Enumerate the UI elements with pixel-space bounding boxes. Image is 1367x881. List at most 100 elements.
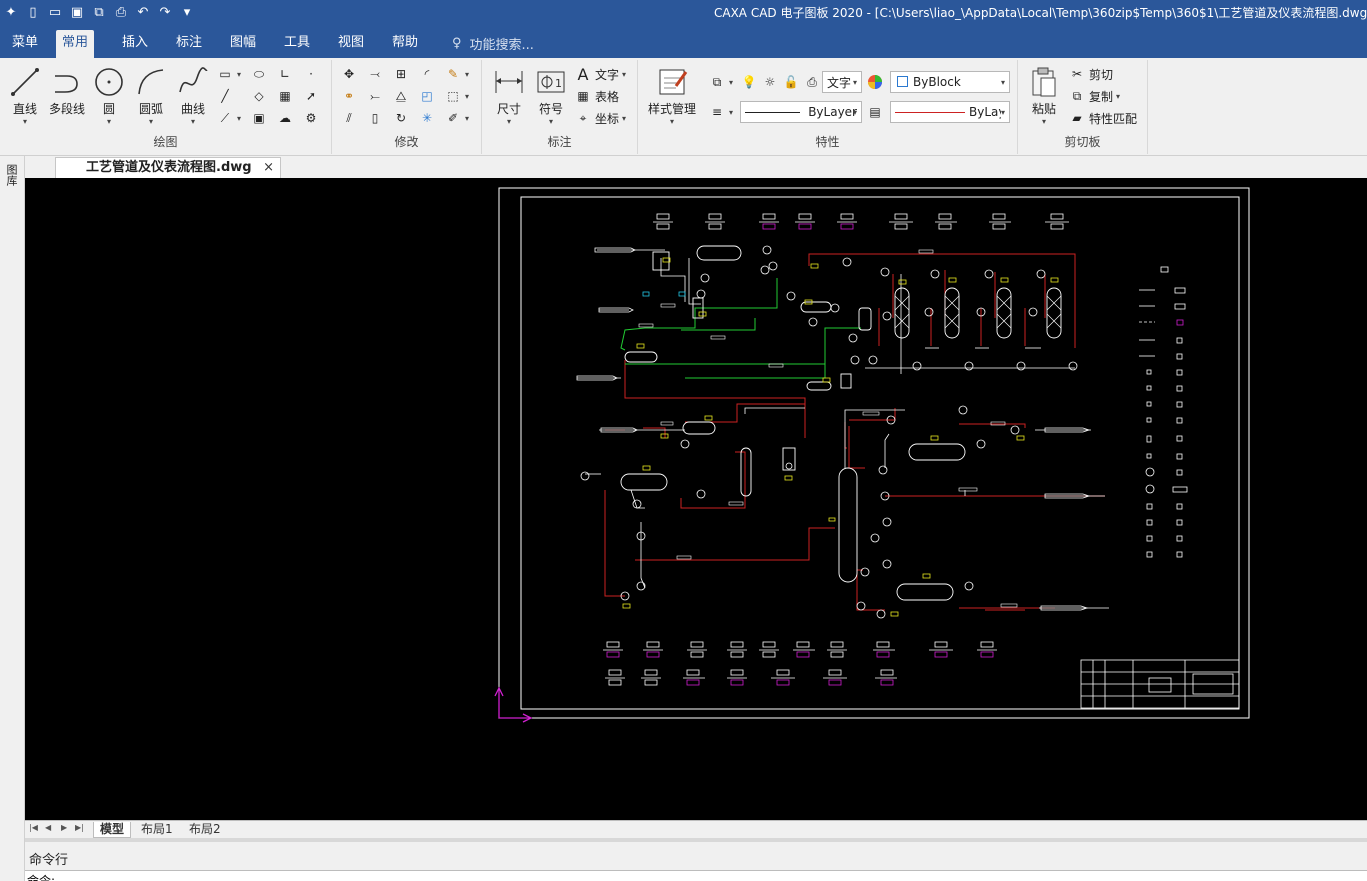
layout-tab-1[interactable]: 布局1 [135, 822, 179, 838]
color-select[interactable]: ByBlock ▾ [890, 71, 1010, 93]
search-input[interactable]: 功能搜索... [470, 34, 534, 53]
tab-view[interactable]: 视图 [332, 32, 370, 58]
tab-sheet[interactable]: 图幅 [224, 32, 262, 58]
circle-icon [95, 68, 123, 96]
tab-annotate[interactable]: 标注 [170, 32, 208, 58]
customize-qat-icon[interactable]: ▾ [176, 2, 198, 22]
draw-group-label: 绘图 [153, 135, 178, 149]
close-icon[interactable]: × [263, 158, 274, 178]
modify-group-label: 修改 [394, 135, 419, 149]
angle-line-icon: ∟ [279, 67, 291, 81]
tab-tools[interactable]: 工具 [278, 32, 316, 58]
color-wheel-icon [866, 73, 884, 91]
copy-obj-tool[interactable]: ⚭ [340, 86, 358, 106]
polyline-button[interactable]: 多段线 [44, 64, 90, 117]
tab-menu[interactable]: 菜单 [6, 32, 44, 58]
document-tab-strip: 工艺管道及仪表流程图.dwg × [25, 156, 1367, 178]
copy-button[interactable]: ⧉ 复制 ▾ [1068, 86, 1120, 106]
color-wheel-button[interactable] [866, 72, 884, 92]
move-tool[interactable]: ✥ [340, 64, 358, 84]
library-tab[interactable]: 图库 [5, 164, 19, 186]
style-manager-button[interactable]: 样式管理 ▾ [642, 64, 702, 126]
line-button[interactable]: 直线 ▾ [2, 64, 48, 126]
layout-tab-model[interactable]: 模型 [93, 822, 132, 838]
cloud-tool[interactable]: ☁ [276, 108, 294, 128]
symbol-button[interactable]: 1 符号 ▾ [528, 64, 574, 126]
undo-icon[interactable]: ↶ [132, 2, 154, 22]
curve-button[interactable]: 曲线 ▾ [170, 64, 216, 126]
mirror-tool[interactable]: ⧋ [392, 86, 410, 106]
explode-icon: ✳ [421, 111, 433, 125]
mirror-icon: ⧋ [395, 88, 407, 103]
arrow-tool[interactable]: ➚ [302, 86, 320, 106]
extend-tool[interactable]: ⤚ [366, 86, 384, 106]
scissors-icon: ✂ [1071, 67, 1083, 81]
red-process-lines [604, 253, 1105, 611]
trim-icon: ⤙ [370, 66, 380, 81]
annotate-group-label: 标注 [547, 135, 572, 149]
next-layout-icon[interactable]: ▶ [61, 823, 67, 832]
arc-button[interactable]: 圆弧 ▾ [128, 64, 174, 126]
layout-tab-2[interactable]: 布局2 [183, 822, 227, 838]
linetype-scale-button[interactable]: ▤ [866, 102, 884, 122]
document-tab[interactable]: 工艺管道及仪表流程图.dwg × [55, 157, 281, 178]
offset-icon: ⫽ [346, 110, 352, 125]
coordinate-button[interactable]: ⌖ 坐标 ▾ [574, 108, 626, 128]
array-tool[interactable]: ⊞ [392, 64, 410, 84]
fillet-icon: ◜ [424, 67, 430, 81]
tab-help[interactable]: 帮助 [386, 32, 424, 58]
first-layout-icon[interactable]: |◀ [29, 823, 38, 832]
linetype-select[interactable]: ByLayer ▾ [740, 101, 862, 123]
trim-tool[interactable]: ⤙ [366, 64, 384, 84]
drawing-canvas[interactable] [25, 178, 1367, 820]
centerline-tool[interactable]: ⟋ ▾ [216, 108, 241, 128]
break-tool[interactable]: ▯ [366, 108, 384, 128]
rotate-tool[interactable]: ↻ [392, 108, 410, 128]
print-icon[interactable]: ⎙ [110, 2, 132, 22]
point-tool[interactable]: · [302, 64, 320, 84]
stretch-tool[interactable]: ⬚ ▾ [444, 86, 469, 106]
text-style-select[interactable]: 文字 ▾ [822, 71, 862, 93]
app-icon[interactable]: ✦ [0, 2, 22, 22]
open-file-icon[interactable]: ▭ [44, 2, 66, 22]
tab-home[interactable]: 常用 [56, 30, 95, 58]
rectangle-tool[interactable]: ▭ ▾ [216, 64, 241, 84]
edit-tool[interactable]: ✐ ▾ [444, 108, 469, 128]
ucs-icon [494, 686, 533, 723]
circle-button[interactable]: 圆 ▾ [86, 64, 132, 126]
text-button[interactable]: A 文字 ▾ [574, 64, 627, 84]
tab-insert[interactable]: 插入 [116, 32, 154, 58]
new-file-icon[interactable]: ▯ [22, 2, 44, 22]
save-all-icon[interactable]: ⧉ [88, 2, 110, 22]
save-icon[interactable]: ▣ [66, 2, 88, 22]
table-button[interactable]: ▦ 表格 [574, 86, 619, 106]
lineweight-tool[interactable]: ≡ ▾ [708, 102, 733, 122]
offset-tool[interactable]: ⫽ [340, 108, 358, 128]
feature-search[interactable]: ♀ 功能搜索... [452, 34, 534, 53]
cut-button[interactable]: ✂ 剪切 [1068, 64, 1113, 84]
title-block [1080, 659, 1240, 709]
lineweight-select[interactable]: ByLayer▾ [890, 101, 1010, 123]
gear-tool[interactable]: ⚙ [302, 108, 320, 128]
erase-icon: ✎ [447, 67, 459, 81]
paste-button[interactable]: 粘贴 ▾ [1022, 64, 1066, 126]
match-properties-button[interactable]: ▰ 特性匹配 [1068, 108, 1137, 128]
edit-icon: ✐ [447, 111, 459, 125]
ellipse-tool[interactable]: ⬭ [250, 64, 268, 84]
redo-icon[interactable]: ↷ [154, 2, 176, 22]
last-layout-icon[interactable]: ▶| [75, 823, 84, 832]
dimension-button[interactable]: 尺寸 ▾ [486, 64, 532, 126]
layer-tool[interactable]: ⧉ ▾ [708, 72, 733, 92]
fill-tool[interactable]: ▣ [250, 108, 268, 128]
legend-column [1139, 266, 1188, 558]
angle-line-tool[interactable]: ∟ [276, 64, 294, 84]
region-tool[interactable]: ◇ [250, 86, 268, 106]
hatch-tool[interactable]: ╱ [216, 86, 234, 106]
explode-tool[interactable]: ✳ [418, 108, 436, 128]
fillet-tool[interactable]: ◜ [418, 64, 436, 84]
scale-tool[interactable]: ◰ [418, 86, 436, 106]
erase-tool[interactable]: ✎ ▾ [444, 64, 469, 84]
block-tool[interactable]: ▦ [276, 86, 294, 106]
command-input[interactable]: 命令: [25, 870, 1367, 881]
prev-layout-icon[interactable]: ◀ [45, 823, 51, 832]
